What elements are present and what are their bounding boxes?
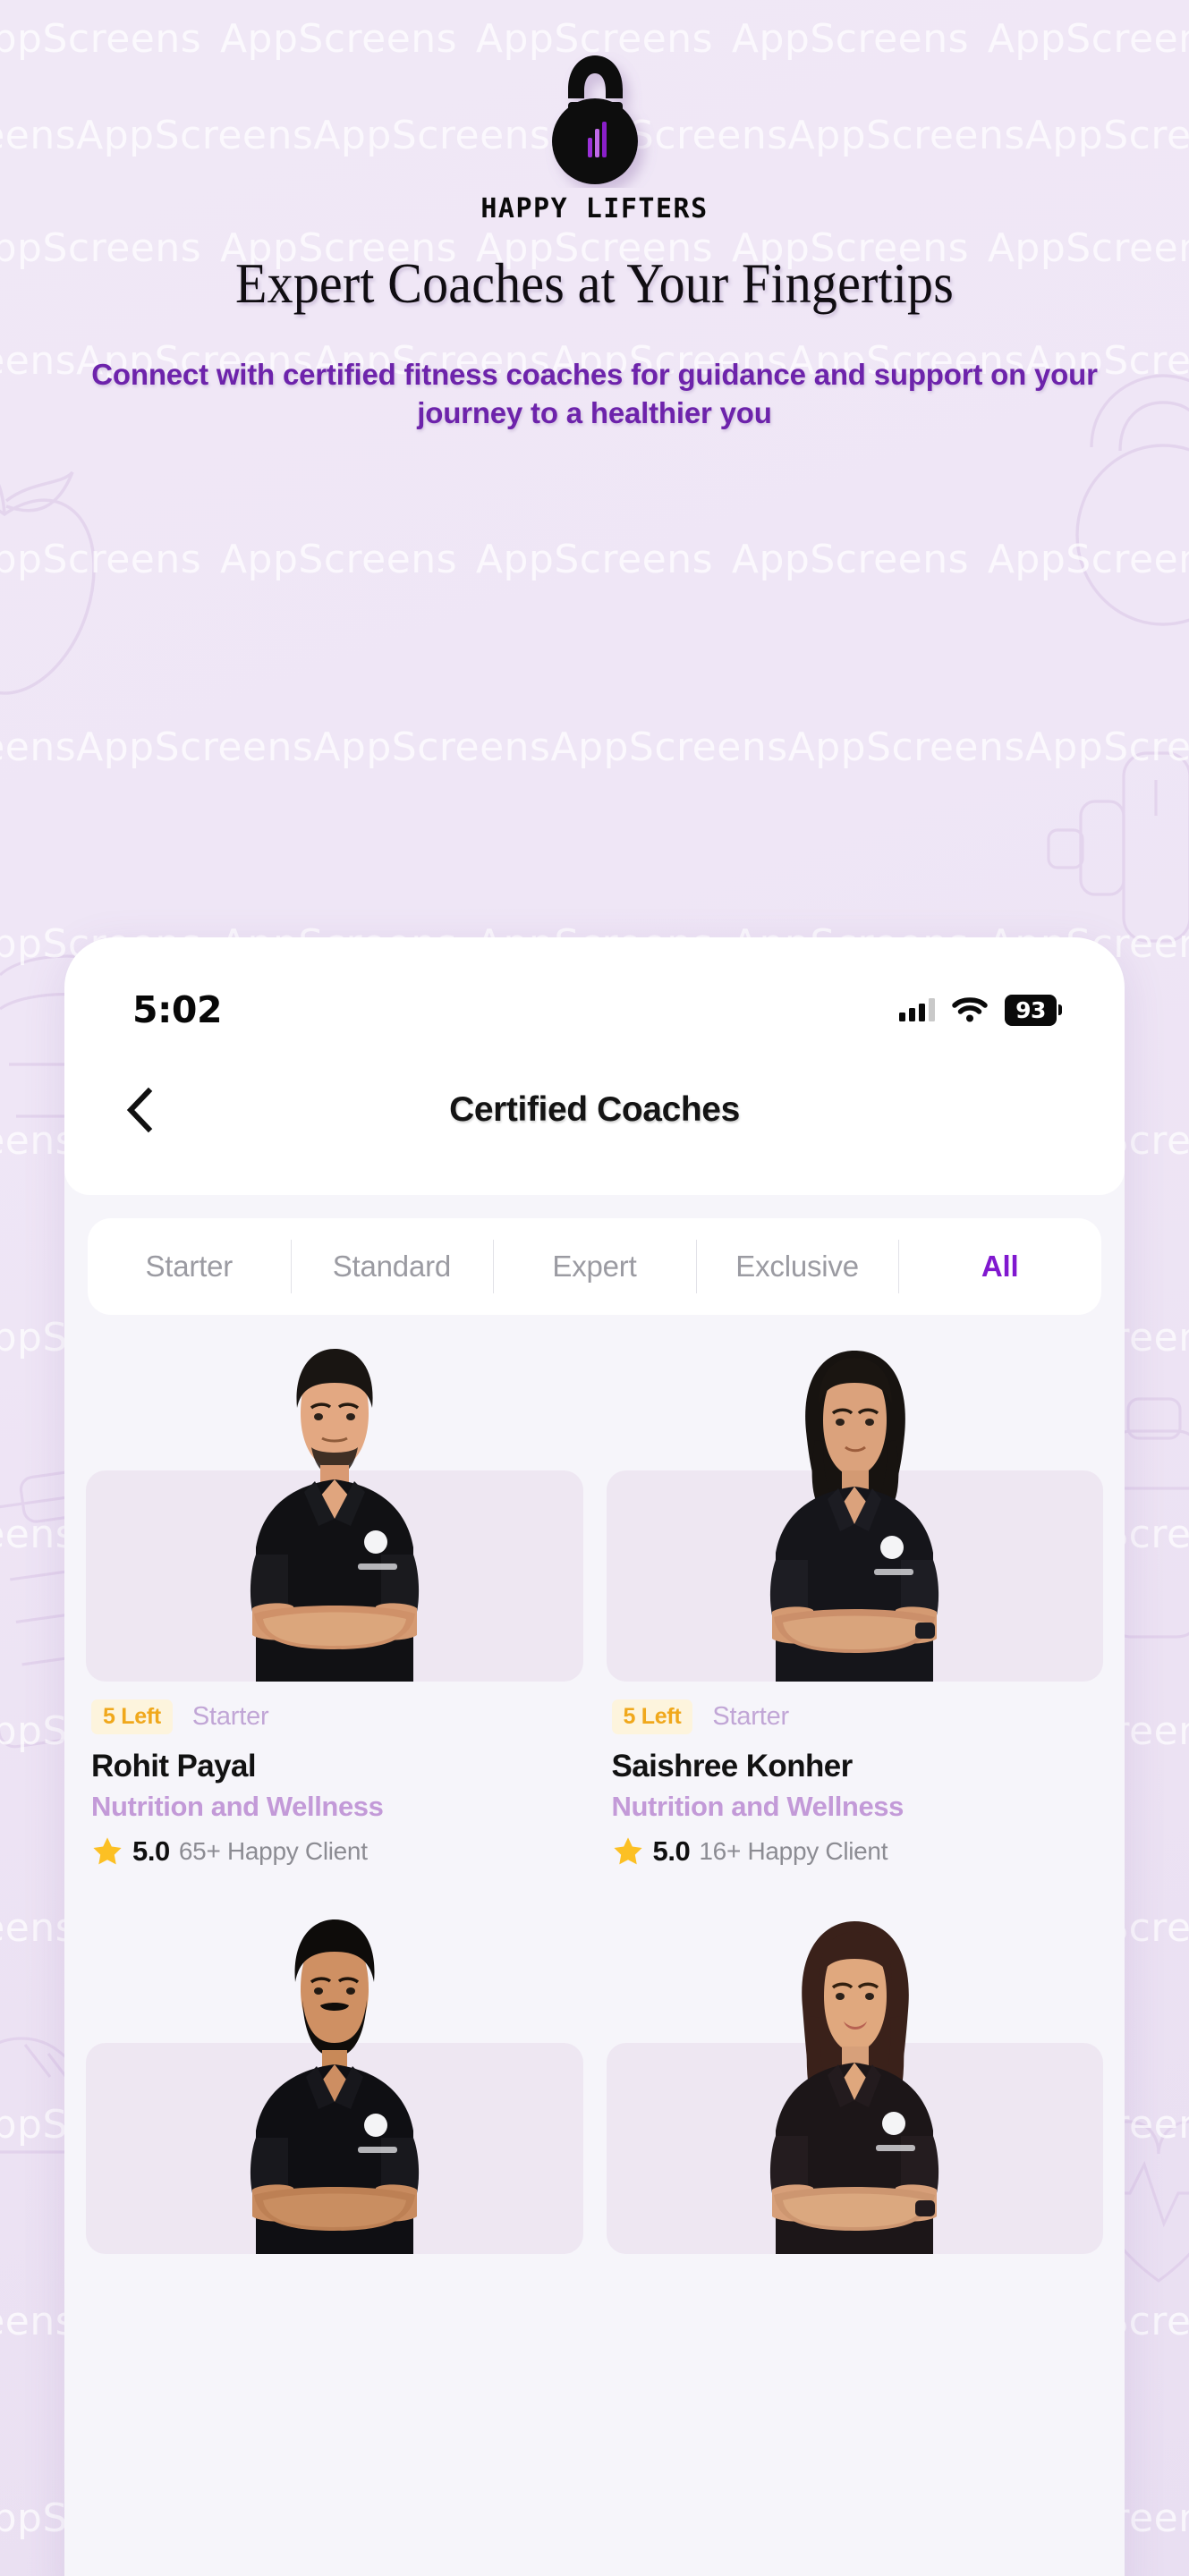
phone-mockup: 5:02 93 Certified Coaches Starter Standa… bbox=[64, 937, 1125, 2576]
status-bar: 5:02 93 bbox=[64, 977, 1125, 1043]
phone-header: 5:02 93 Certified Coaches bbox=[64, 937, 1125, 1195]
hero-subheadline: Connect with certified fitness coaches f… bbox=[91, 357, 1098, 430]
coach-info: 5 Left Starter Rohit Payal Nutrition and… bbox=[86, 1682, 583, 1868]
coach-card[interactable]: 5 Left Starter Rohit Payal Nutrition and… bbox=[86, 1331, 583, 1868]
tab-standard[interactable]: Standard bbox=[290, 1218, 494, 1315]
page-title: Certified Coaches bbox=[449, 1090, 740, 1129]
chevron-left-icon bbox=[126, 1087, 153, 1133]
rating-row: 5.0 65+ Happy Client bbox=[91, 1835, 578, 1868]
coach-name: Saishree Konher bbox=[611, 1749, 854, 1784]
coach-photo-male-beard bbox=[250, 1919, 419, 2254]
wifi-icon bbox=[952, 997, 988, 1022]
tier-label: Starter bbox=[712, 1702, 790, 1731]
slots-badge: 5 Left bbox=[611, 1699, 693, 1734]
rating-value: 5.0 bbox=[132, 1835, 170, 1867]
battery-icon: 93 bbox=[1005, 994, 1057, 1026]
navigation-bar: Certified Coaches bbox=[64, 1043, 1125, 1177]
tab-exclusive[interactable]: Exclusive bbox=[695, 1218, 899, 1315]
coach-photo-frame bbox=[606, 1351, 1103, 1682]
brand-name: HAPPY LIFTERS bbox=[480, 193, 709, 225]
client-count: 16+ Happy Client bbox=[699, 1837, 888, 1865]
brand-logo bbox=[0, 52, 1189, 188]
cellular-signal-icon bbox=[899, 998, 935, 1021]
coach-grid: 5 Left Starter Rohit Payal Nutrition and… bbox=[64, 1331, 1125, 2254]
client-count: 65+ Happy Client bbox=[178, 1837, 368, 1865]
coach-card[interactable]: 5 Left Starter Saishree Konher Nutrition… bbox=[606, 1331, 1104, 1868]
tab-starter[interactable]: Starter bbox=[88, 1218, 291, 1315]
kettlebell-icon bbox=[551, 55, 638, 184]
star-icon bbox=[613, 1837, 642, 1865]
tab-bar: Starter Standard Expert Exclusive All bbox=[88, 1218, 1101, 1315]
coach-name: Rohit Payal bbox=[91, 1749, 257, 1784]
coach-info: 5 Left Starter Saishree Konher Nutrition… bbox=[607, 1682, 1104, 1868]
status-bar-clock: 5:02 bbox=[132, 988, 222, 1031]
tab-expert[interactable]: Expert bbox=[493, 1218, 696, 1315]
star-icon bbox=[93, 1837, 122, 1865]
coach-photo-frame bbox=[86, 1349, 583, 1682]
coach-specialty: Nutrition and Wellness bbox=[611, 1791, 904, 1822]
coach-card[interactable] bbox=[86, 1878, 583, 2254]
rating-row: 5.0 16+ Happy Client bbox=[612, 1835, 1099, 1868]
rating-value: 5.0 bbox=[652, 1835, 691, 1867]
coach-photo-female-ponytail bbox=[770, 1351, 939, 1682]
coach-specialty: Nutrition and Wellness bbox=[91, 1791, 384, 1822]
back-button[interactable] bbox=[115, 1084, 166, 1136]
hero-headline: Expert Coaches at Your Fingertips bbox=[235, 252, 954, 315]
coach-photo-frame bbox=[86, 1919, 583, 2254]
coach-photo-female-long-hair bbox=[770, 1921, 939, 2254]
battery-level: 93 bbox=[1015, 996, 1046, 1023]
tab-all[interactable]: All bbox=[898, 1218, 1101, 1315]
tier-label: Starter bbox=[191, 1702, 269, 1731]
coach-photo-male-short-hair bbox=[250, 1349, 419, 1682]
coach-photo-frame bbox=[606, 1921, 1103, 2254]
coach-card[interactable] bbox=[606, 1878, 1103, 2254]
slots-badge: 5 Left bbox=[91, 1699, 173, 1734]
hero-section: HAPPY LIFTERS Expert Coaches at Your Fin… bbox=[0, 0, 1189, 433]
